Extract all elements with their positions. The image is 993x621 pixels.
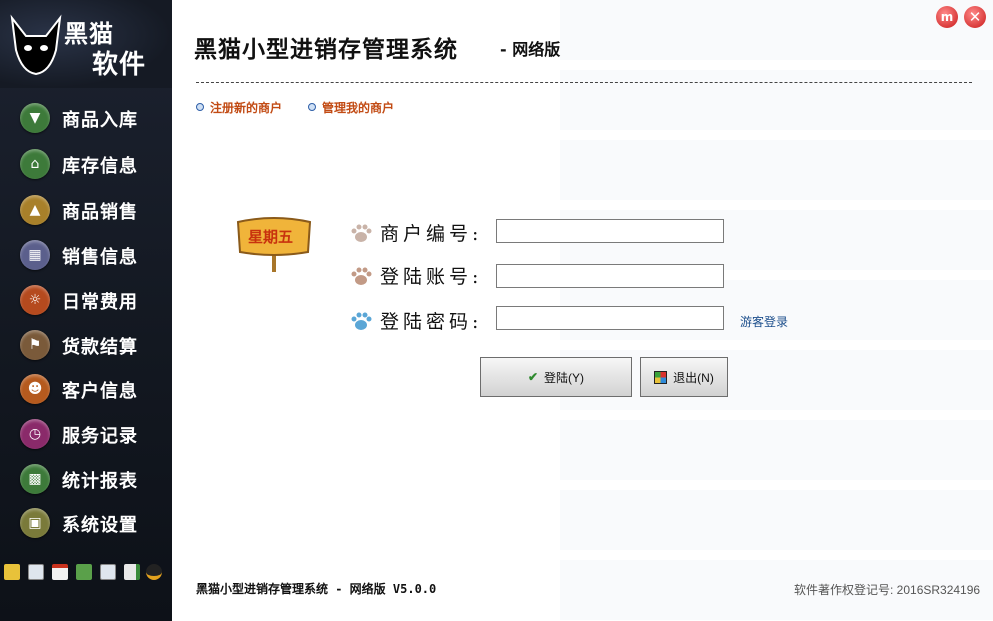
bar-chart-icon: ▩ — [20, 464, 50, 494]
sidebar: 黑猫 软件 ▼ 商品入库 ⌂ 库存信息 ▲ 商品销售 ▦ 销售信息 ☼ 日常费用… — [0, 0, 172, 621]
calendar-icon[interactable] — [52, 564, 68, 580]
register-merchant-link[interactable]: 注册新的商户 — [196, 99, 282, 116]
footer-version: 黑猫小型进销存管理系统 - 网络版 V5.0.0 — [196, 582, 437, 596]
calculator-icon: ▦ — [20, 240, 50, 270]
weekday-sign: 星期五 — [236, 212, 312, 274]
minimize-button[interactable]: m — [936, 6, 958, 28]
quick-toolbar — [4, 564, 170, 584]
account-input[interactable] — [496, 264, 724, 288]
download-arrow-icon: ▼ — [20, 103, 50, 133]
bullet-icon — [196, 103, 204, 111]
manage-merchant-link[interactable]: 管理我的商户 — [308, 99, 394, 116]
paw-icon — [351, 224, 372, 242]
bullet-icon — [308, 103, 316, 111]
password-label: 登陆密码: — [380, 311, 483, 333]
sidebar-item-settings[interactable]: ▣ 系统设置 — [0, 501, 172, 543]
sidebar-item-label: 商品入库 — [62, 110, 138, 131]
header-divider — [196, 82, 972, 83]
password-input[interactable] — [496, 306, 724, 330]
sidebar-item-customers[interactable]: ☻ 客户信息 — [0, 367, 172, 409]
exit-grid-icon — [654, 370, 668, 384]
sidebar-item-reports[interactable]: ▩ 统计报表 — [0, 457, 172, 499]
window-icon[interactable] — [28, 564, 44, 580]
register-merchant-label: 注册新的商户 — [210, 101, 283, 115]
login-button-label: 登陆(Y) — [544, 370, 585, 385]
manage-merchant-label: 管理我的商户 — [322, 101, 395, 115]
sun-icon: ☼ — [20, 285, 50, 315]
guest-login-link[interactable]: 游客登录 — [740, 313, 788, 330]
sidebar-item-goods-in[interactable]: ▼ 商品入库 — [0, 96, 172, 138]
close-button[interactable]: ✕ — [964, 6, 986, 28]
clock-icon: ◷ — [20, 419, 50, 449]
sidebar-item-settlement[interactable]: ⚑ 货款结算 — [0, 323, 172, 365]
sidebar-item-expenses[interactable]: ☼ 日常费用 — [0, 278, 172, 320]
line-chart-icon[interactable] — [100, 564, 116, 580]
recycle-icon[interactable] — [76, 564, 92, 580]
weekday-text: 星期五 — [248, 228, 294, 246]
logo: 黑猫 软件 — [0, 0, 172, 88]
sidebar-item-label: 系统设置 — [62, 515, 138, 536]
app-title: 黑猫小型进销存管理系统 — [194, 37, 458, 63]
footer-copyright: 软件著作权登记号: 2016SR324196 — [794, 583, 981, 597]
logo-text-line2: 软件 — [92, 50, 147, 80]
sidebar-item-label: 销售信息 — [62, 247, 138, 268]
qq-icon[interactable] — [146, 564, 162, 580]
paw-icon — [351, 267, 372, 285]
monitor-icon: ▣ — [20, 508, 50, 538]
flag-icon: ⚑ — [20, 330, 50, 360]
sidebar-item-service-records[interactable]: ◷ 服务记录 — [0, 412, 172, 454]
sidebar-item-label: 商品销售 — [62, 202, 138, 223]
person-icon: ☻ — [20, 374, 50, 404]
sidebar-item-label: 服务记录 — [62, 426, 138, 447]
sidebar-item-label: 库存信息 — [62, 156, 138, 177]
home-icon: ⌂ — [20, 149, 50, 179]
sidebar-item-sales[interactable]: ▲ 商品销售 — [0, 188, 172, 230]
merchant-id-label: 商户编号: — [380, 223, 483, 245]
black-cat-logo-icon — [10, 14, 62, 76]
sidebar-item-label: 日常费用 — [62, 292, 138, 313]
account-label: 登陆账号: — [380, 266, 483, 288]
sidebar-item-sales-info[interactable]: ▦ 销售信息 — [0, 233, 172, 275]
app-subtitle: - 网络版 — [500, 40, 561, 59]
export-icon[interactable] — [124, 564, 140, 580]
sidebar-item-stock[interactable]: ⌂ 库存信息 — [0, 142, 172, 184]
sidebar-item-label: 货款结算 — [62, 337, 138, 358]
merchant-id-input[interactable] — [496, 219, 724, 243]
checkmark-icon: ✔ — [527, 370, 539, 384]
up-arrow-icon: ▲ — [20, 195, 50, 225]
exit-button-label: 退出(N) — [673, 370, 714, 385]
exit-button[interactable]: 退出(N) — [640, 357, 728, 397]
sidebar-item-label: 统计报表 — [62, 471, 138, 492]
users-icon[interactable] — [4, 564, 20, 580]
sidebar-item-label: 客户信息 — [62, 381, 138, 402]
login-button[interactable]: ✔ 登陆(Y) — [480, 357, 632, 397]
paw-icon — [351, 312, 372, 330]
